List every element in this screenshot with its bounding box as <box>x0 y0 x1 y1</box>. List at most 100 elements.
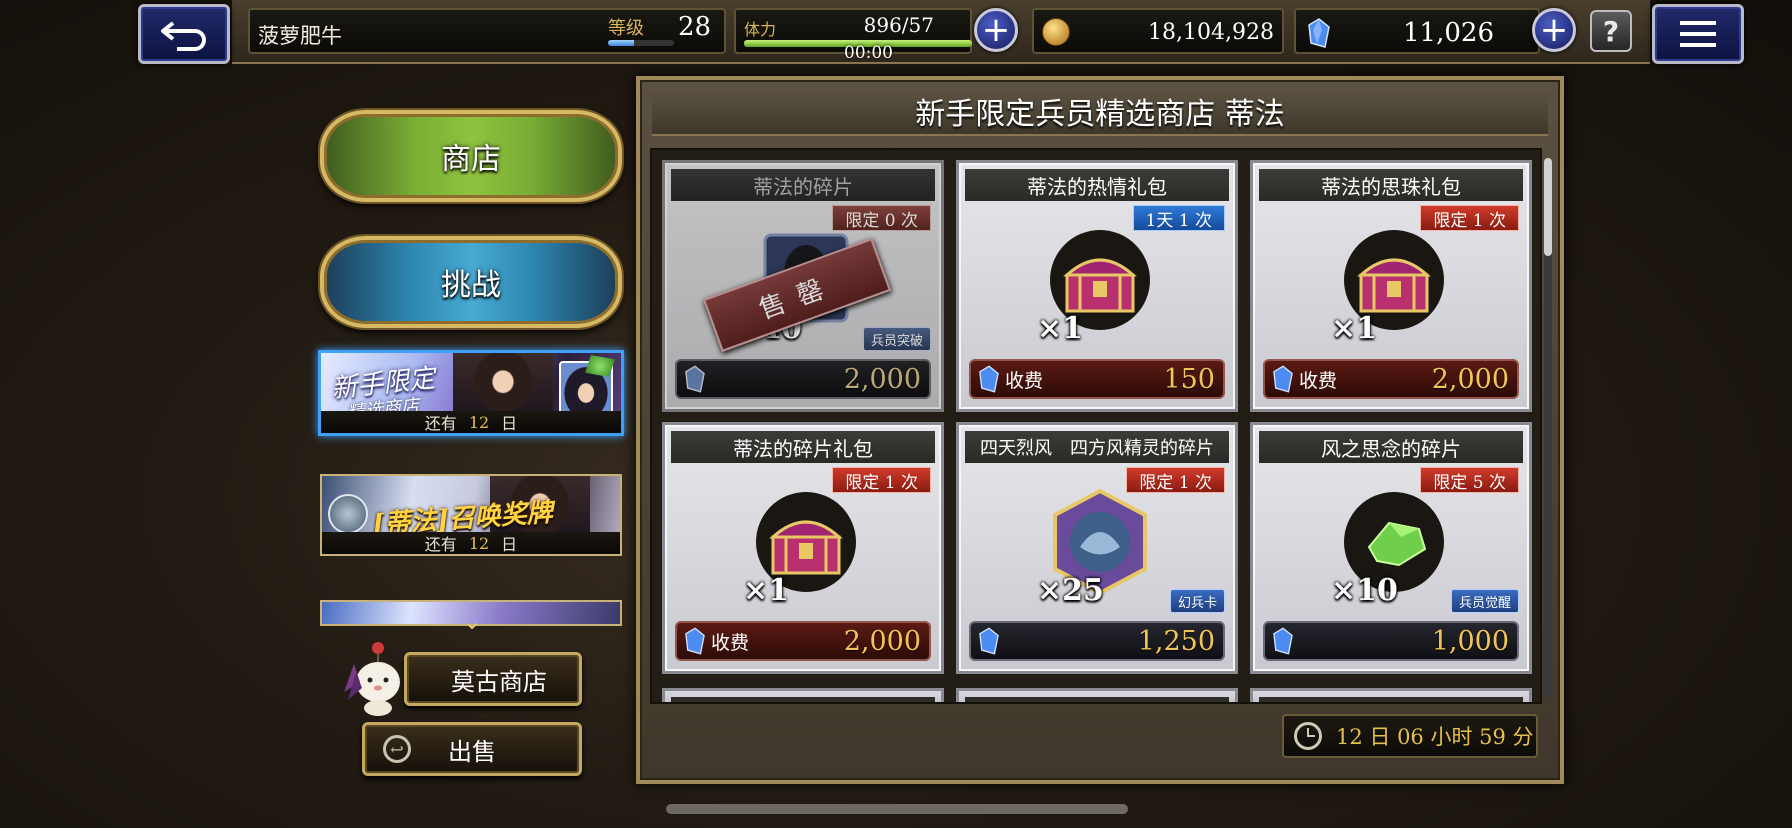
paid-label: 收费 <box>1005 369 1044 392</box>
gil-value: 18,104,928 <box>1148 20 1274 45</box>
level-value: 28 <box>678 12 712 42</box>
crystal-icon <box>1273 365 1293 393</box>
menu-button[interactable] <box>1652 4 1744 64</box>
price-value: 2,000 <box>843 625 921 657</box>
banner-remaining: 还有 12 日 <box>321 411 621 433</box>
scrollbar-thumb[interactable] <box>1544 158 1552 256</box>
price-value: 2,000 <box>843 363 921 395</box>
remaining-prefix: 还有 <box>424 535 457 554</box>
item-price[interactable]: 1,250 <box>969 621 1225 661</box>
remaining-suffix: 日 <box>501 414 518 433</box>
item-name: 蒂法的思珠礼包 <box>1259 169 1523 201</box>
remaining-prefix: 还有 <box>424 414 457 433</box>
moogle-shop-button[interactable]: 莫古商店 <box>404 652 582 706</box>
clock-icon <box>1294 722 1322 750</box>
item-name: 风之思念的碎片 <box>1259 431 1523 463</box>
gem-panel: 11,026 <box>1294 8 1540 54</box>
emblem-icon <box>328 494 368 534</box>
home-indicator[interactable] <box>666 804 1128 814</box>
gil-coin-icon <box>1042 18 1070 46</box>
back-button[interactable] <box>138 4 230 64</box>
shop-item-grid[interactable]: 蒂法的碎片 限定 0 次 ×40 兵员突破 售罄 2,000 蒂法的热情礼包 1… <box>650 148 1542 704</box>
price-value: 150 <box>1163 363 1215 395</box>
level-progress-bar <box>608 40 674 46</box>
help-button[interactable]: ? <box>1590 10 1632 52</box>
item-type-tag: 兵员突破 <box>862 327 931 351</box>
shop-item-card[interactable]: 蒂法的思珠礼包 限定 1 次 ×1 收费 2,000 <box>1250 160 1532 412</box>
add-gems-button[interactable]: + <box>1532 8 1576 52</box>
item-type-tag: 兵员觉醒 <box>1450 589 1519 613</box>
chevron-down-icon[interactable]: ⌄ <box>452 609 492 633</box>
item-name: 蒂法的碎片 <box>671 169 935 201</box>
paid-label: 收费 <box>1299 369 1338 392</box>
stamina-panel: 体力 896/57 00:00 <box>734 8 972 63</box>
item-name: 蒂法的碎片礼包 <box>671 431 935 463</box>
stamina-value: 896/57 <box>863 13 934 37</box>
plus-icon: + <box>1539 10 1569 50</box>
item-quantity: ×10 <box>1331 573 1398 608</box>
question-icon: ? <box>1602 14 1620 48</box>
level-progress-fill <box>608 40 635 46</box>
item-type-tag: 幻兵卡 <box>1169 589 1225 613</box>
crystal-icon <box>979 365 999 393</box>
challenge-tab-button[interactable]: 挑战 <box>320 236 622 328</box>
item-quantity: ×1 <box>743 573 790 608</box>
crystal-icon <box>1308 18 1330 48</box>
remaining-suffix: 日 <box>501 535 518 554</box>
stamina-label: 体力 <box>744 20 777 39</box>
shop-title: 新手限定兵员精选商店 蒂法 <box>652 88 1548 136</box>
shop-remaining-timer: 12 日 06 小时 59 分 <box>1282 714 1538 758</box>
shop-panel: 新手限定兵员精选商店 蒂法 蒂法的碎片 限定 0 次 ×40 兵员突破 售罄 2… <box>636 76 1564 784</box>
level-label: 等级 <box>608 18 644 39</box>
shop-item-card-partial[interactable] <box>662 688 944 702</box>
crystal-icon <box>979 627 999 655</box>
shop-item-card[interactable]: 蒂法的碎片 限定 0 次 ×40 兵员突破 售罄 2,000 <box>662 160 944 412</box>
item-price[interactable]: 2,000 <box>675 359 931 399</box>
shop-item-card[interactable]: 四天烈风 四方风精灵的碎片 限定 1 次 ×25 幻兵卡 1,250 <box>956 422 1238 674</box>
shop-scrollbar[interactable] <box>1544 158 1552 698</box>
shop-item-card-partial[interactable] <box>1250 688 1532 702</box>
item-price[interactable]: 收费 2,000 <box>1263 359 1519 399</box>
hamburger-icon <box>1680 21 1716 47</box>
stamina-timer: 00:00 <box>844 43 893 63</box>
item-quantity: ×1 <box>1331 311 1378 346</box>
banner-summon-medal[interactable]: [蒂法]召唤奖牌 还有 12 日 <box>320 474 622 556</box>
gil-panel: 18,104,928 <box>1032 8 1284 54</box>
price-value: 2,000 <box>1431 363 1509 395</box>
price-value: 1,000 <box>1431 625 1509 657</box>
item-price[interactable]: 收费 150 <box>969 359 1225 399</box>
sell-button[interactable]: ↩ 出售 <box>362 722 582 776</box>
banner-beginner-shop[interactable]: 新手限定 精选商店 还有 12 日 <box>318 350 624 436</box>
item-name-partial <box>1259 697 1523 702</box>
item-quantity: ×1 <box>1037 311 1084 346</box>
item-name: 蒂法的热情礼包 <box>965 169 1229 201</box>
gem-value: 11,026 <box>1403 18 1494 48</box>
item-price[interactable]: 收费 2,000 <box>675 621 931 661</box>
shop-item-card-partial[interactable] <box>956 688 1238 702</box>
back-arrow-icon <box>161 21 206 51</box>
crystal-icon <box>685 365 705 393</box>
remaining-days: 12 <box>468 533 490 553</box>
crystal-icon <box>685 627 705 655</box>
shop-tab-button[interactable]: 商店 <box>320 110 622 202</box>
crystal-icon <box>1273 627 1293 655</box>
sell-label: 出售 <box>448 737 496 766</box>
remaining-days: 12 <box>468 412 490 432</box>
moogle-shop-label: 莫古商店 <box>451 667 547 696</box>
add-stamina-button[interactable]: + <box>974 8 1018 52</box>
item-name: 四天烈风 四方风精灵的碎片 <box>965 431 1229 463</box>
item-name-partial <box>671 697 935 702</box>
shop-item-card[interactable]: 蒂法的热情礼包 1天 1 次 ×1 收费 150 <box>956 160 1238 412</box>
price-value: 1,250 <box>1137 625 1215 657</box>
item-name-partial <box>965 697 1229 702</box>
player-name: 菠萝肥牛 <box>258 24 342 48</box>
banner-remaining: 还有 12 日 <box>322 532 620 554</box>
sell-icon: ↩ <box>383 735 411 763</box>
timer-text: 12 日 06 小时 59 分 <box>1336 725 1534 749</box>
shop-item-card[interactable]: 风之思念的碎片 限定 5 次 ×10 兵员觉醒 1,000 <box>1250 422 1532 674</box>
shop-item-card[interactable]: 蒂法的碎片礼包 限定 1 次 ×1 收费 2,000 <box>662 422 944 674</box>
item-price[interactable]: 1,000 <box>1263 621 1519 661</box>
player-panel: 菠萝肥牛 等级 28 <box>248 8 726 54</box>
paid-label: 收费 <box>711 631 750 654</box>
item-quantity: ×25 <box>1037 573 1104 608</box>
